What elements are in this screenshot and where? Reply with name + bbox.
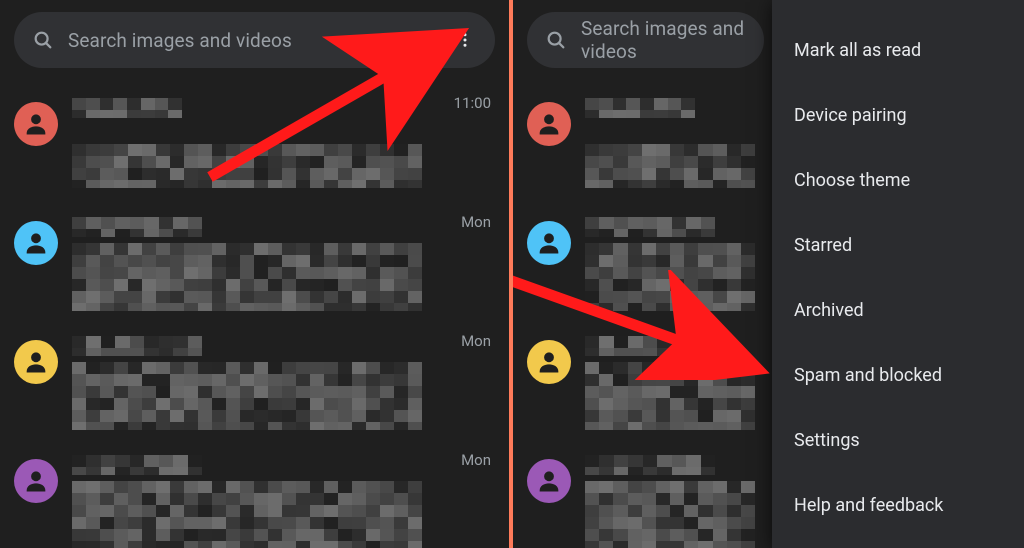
conversation-row[interactable]: Mon xyxy=(0,203,509,322)
conversation-row[interactable] xyxy=(513,322,772,441)
avatar xyxy=(527,459,571,503)
menu-item-help-and-feedback[interactable]: Help and feedback xyxy=(772,477,1024,534)
avatar xyxy=(14,221,58,265)
menu-item-settings[interactable]: Settings xyxy=(772,412,1024,469)
menu-item-choose-theme[interactable]: Choose theme xyxy=(772,152,1024,209)
avatar xyxy=(14,459,58,503)
more-options-icon[interactable] xyxy=(441,16,489,64)
avatar xyxy=(527,221,571,265)
search-bar[interactable]: Search images and videos xyxy=(527,12,764,68)
conversation-row[interactable] xyxy=(513,203,772,322)
conversation-row[interactable]: Mon xyxy=(0,322,509,441)
timestamp: Mon xyxy=(461,451,491,469)
conversation-list xyxy=(513,84,772,548)
search-icon xyxy=(32,29,54,51)
screenshot-right: Search images and videos Mark all as rea… xyxy=(513,0,1024,548)
avatar xyxy=(527,340,571,384)
menu-item-device-pairing[interactable]: Device pairing xyxy=(772,87,1024,144)
menu-item-spam-and-blocked[interactable]: Spam and blocked xyxy=(772,347,1024,404)
search-bar[interactable]: Search images and videos xyxy=(14,12,495,68)
menu-item-mark-all-as-read[interactable]: Mark all as read xyxy=(772,22,1024,79)
menu-item-starred[interactable]: Starred xyxy=(772,217,1024,274)
avatar xyxy=(14,340,58,384)
menu-item-archived[interactable]: Archived xyxy=(772,282,1024,339)
timestamp: Mon xyxy=(461,213,491,231)
screenshot-left: Search images and videos 11:00 Mon Mon Mon xyxy=(0,0,509,548)
search-placeholder: Search images and videos xyxy=(68,29,441,52)
conversation-row[interactable]: 11:00 xyxy=(0,84,509,203)
search-placeholder: Search images and videos xyxy=(581,17,764,63)
conversation-list: 11:00 Mon Mon Mon xyxy=(0,84,509,548)
conversation-row[interactable]: Mon xyxy=(0,441,509,548)
avatar xyxy=(527,102,571,146)
search-icon xyxy=(545,29,567,51)
timestamp: Mon xyxy=(461,332,491,350)
conversation-row[interactable] xyxy=(513,441,772,548)
conversation-row[interactable] xyxy=(513,84,772,203)
avatar xyxy=(14,102,58,146)
timestamp: 11:00 xyxy=(454,94,491,112)
overflow-menu: Mark all as read Device pairing Choose the… xyxy=(772,0,1024,548)
